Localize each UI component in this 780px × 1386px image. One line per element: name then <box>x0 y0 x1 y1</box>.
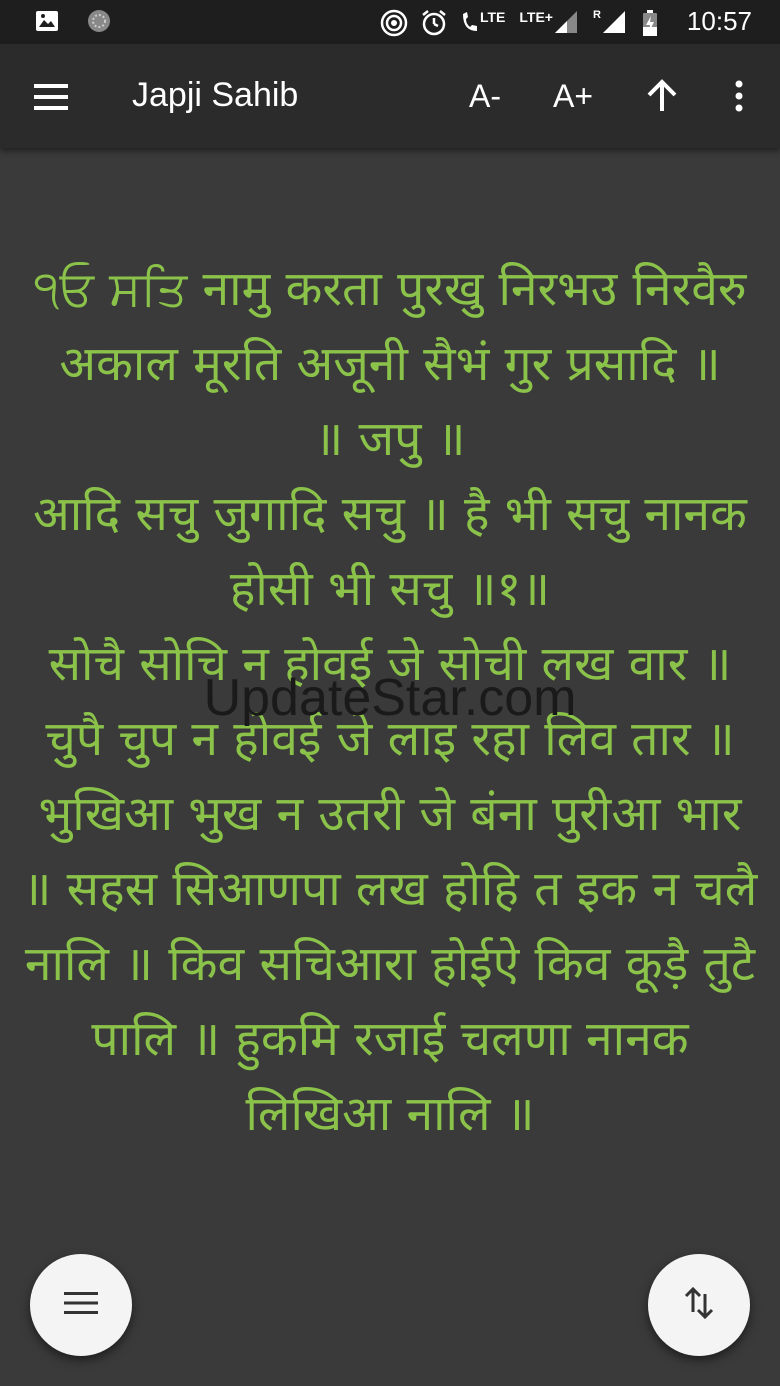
status-bar: LTE LTE+ R 10:57 <box>0 0 780 44</box>
clock-time: 10:57 <box>686 6 752 36</box>
scroll-toggle-fab[interactable] <box>648 1254 750 1356</box>
volte-call-indicator: LTE <box>460 9 505 35</box>
alarm-icon <box>420 9 446 35</box>
mool-mantar-verse: ੧ਓ ਸਤਿ नामु करता पुरखु निरभउ निरवैरु अका… <box>33 261 747 392</box>
image-notification-icon <box>34 8 60 34</box>
index-fab[interactable] <box>30 1254 132 1356</box>
roaming-label: R <box>592 8 601 21</box>
swap-vertical-icon <box>683 1286 715 1324</box>
jap-heading: ॥ जपु ॥ <box>314 411 466 467</box>
app-bar: Japji Sahib A- A+ <box>0 44 780 148</box>
hotspot-icon <box>380 9 408 36</box>
cell-signal-roaming-icon <box>601 9 627 35</box>
menu-icon[interactable] <box>32 78 70 116</box>
list-menu-icon <box>64 1291 98 1319</box>
signal-two-indicator: R <box>593 9 627 35</box>
salok-verse: आदि सचु जुगादि सचु ॥ है भी सचु नानक होसी… <box>33 486 747 617</box>
arrow-up-icon[interactable] <box>640 74 684 118</box>
signal-one-indicator: LTE+ <box>519 9 579 35</box>
more-vert-icon[interactable] <box>722 74 756 118</box>
sync-notification-icon <box>86 8 112 34</box>
watermark: UpdateStar.com <box>203 669 577 727</box>
lte-label: LTE <box>479 8 506 25</box>
battery-charging-icon <box>641 9 667 36</box>
increase-font-button[interactable]: A+ <box>550 74 596 118</box>
lte-plus-label: LTE+ <box>519 8 553 25</box>
cell-signal-icon <box>553 9 579 35</box>
decrease-font-button[interactable]: A- <box>462 74 508 118</box>
page-title: Japji Sahib <box>132 76 299 114</box>
